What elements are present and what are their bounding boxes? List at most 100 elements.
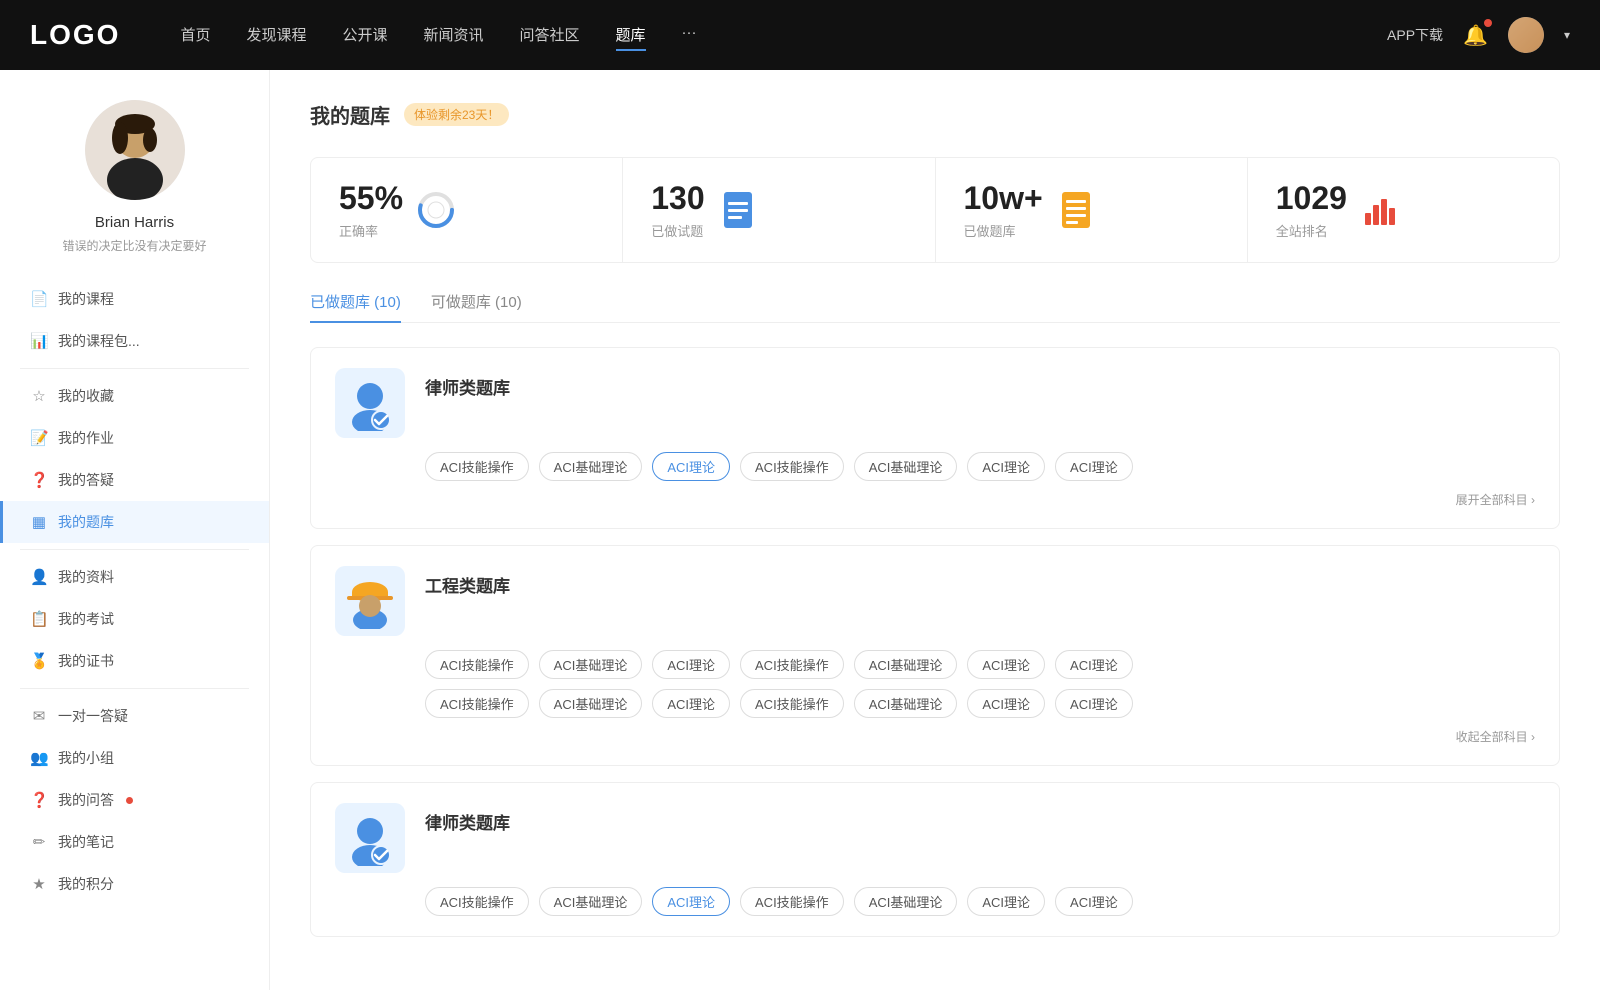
sidebar-item-course[interactable]: 📄 我的课程 bbox=[0, 278, 269, 320]
expand-link-1[interactable]: 展开全部科目 › bbox=[335, 491, 1535, 508]
nav-qbank[interactable]: 题库 bbox=[616, 20, 646, 51]
qbank-card-2: 工程类题库 ACI技能操作 ACI基础理论 ACI理论 ACI技能操作 ACI基… bbox=[310, 545, 1560, 766]
tag-2-7[interactable]: ACI理论 bbox=[1055, 650, 1133, 679]
qbank-title-3: 律师类题库 bbox=[425, 803, 510, 834]
sidebar-item-course-pkg[interactable]: 📊 我的课程包... bbox=[0, 320, 269, 362]
sidebar-item-myqa[interactable]: ❓ 我的问答 bbox=[0, 779, 269, 821]
chevron-down-icon[interactable]: ▾ bbox=[1564, 28, 1570, 42]
sidebar-label-profile: 我的资料 bbox=[58, 567, 114, 587]
profile-icon: 👤 bbox=[30, 568, 48, 586]
stats-row: 55% 正确率 130 已做试题 bbox=[310, 157, 1560, 263]
tag-1-6[interactable]: ACI理论 bbox=[967, 452, 1045, 481]
nav-qa[interactable]: 问答社区 bbox=[520, 20, 580, 51]
tag-2-10[interactable]: ACI理论 bbox=[652, 689, 730, 718]
myqa-badge bbox=[126, 797, 133, 804]
sidebar-item-profile[interactable]: 👤 我的资料 bbox=[0, 556, 269, 598]
tag-1-2[interactable]: ACI基础理论 bbox=[539, 452, 643, 481]
stat-value-accuracy: 55% 正确率 bbox=[339, 180, 403, 240]
tag-3-4[interactable]: ACI技能操作 bbox=[740, 887, 844, 916]
questions-icon: ❓ bbox=[30, 471, 48, 489]
sidebar-divider-1 bbox=[20, 368, 249, 369]
qbank-tags-3: ACI技能操作 ACI基础理论 ACI理论 ACI技能操作 ACI基础理论 AC… bbox=[425, 887, 1535, 916]
sidebar-item-notes[interactable]: ✏ 我的笔记 bbox=[0, 821, 269, 863]
tag-1-1[interactable]: ACI技能操作 bbox=[425, 452, 529, 481]
tab-available[interactable]: 可做题库 (10) bbox=[431, 291, 522, 322]
nav-right: APP下载 🔔 ▾ bbox=[1387, 17, 1570, 53]
nav-more[interactable]: ··· bbox=[682, 20, 697, 51]
sidebar-motto: 错误的决定比没有决定要好 bbox=[62, 237, 206, 254]
tag-2-1[interactable]: ACI技能操作 bbox=[425, 650, 529, 679]
sidebar-item-1on1[interactable]: ✉ 一对一答疑 bbox=[0, 695, 269, 737]
qbank-header-1: 律师类题库 bbox=[335, 368, 1535, 438]
main-content: 我的题库 体验剩余23天！ 55% 正确率 bbox=[270, 70, 1600, 990]
sidebar-item-favorites[interactable]: ☆ 我的收藏 bbox=[0, 375, 269, 417]
stat-num-questions: 130 bbox=[651, 180, 704, 217]
bell-icon: 🔔 bbox=[1463, 25, 1488, 47]
page-title: 我的题库 bbox=[310, 100, 390, 129]
tag-2-6[interactable]: ACI理论 bbox=[967, 650, 1045, 679]
qbank-icon-engineer bbox=[335, 566, 405, 636]
sidebar: Brian Harris 错误的决定比没有决定要好 📄 我的课程 📊 我的课程包… bbox=[0, 70, 270, 990]
tag-2-9[interactable]: ACI基础理论 bbox=[539, 689, 643, 718]
lawyer-icon bbox=[345, 376, 395, 431]
sidebar-label-questions: 我的答疑 bbox=[58, 470, 114, 490]
sidebar-divider-2 bbox=[20, 549, 249, 550]
sidebar-item-exam[interactable]: 📋 我的考试 bbox=[0, 598, 269, 640]
stat-num-rank: 1029 bbox=[1276, 180, 1347, 217]
stat-label-qbanks: 已做题库 bbox=[964, 221, 1043, 240]
stat-num-qbanks: 10w+ bbox=[964, 180, 1043, 217]
tag-3-6[interactable]: ACI理论 bbox=[967, 887, 1045, 916]
chart-icon bbox=[1363, 193, 1397, 227]
tag-2-11[interactable]: ACI技能操作 bbox=[740, 689, 844, 718]
cert-icon: 🏅 bbox=[30, 652, 48, 670]
tag-2-5[interactable]: ACI基础理论 bbox=[854, 650, 958, 679]
tag-1-3[interactable]: ACI理论 bbox=[652, 452, 730, 481]
tag-3-5[interactable]: ACI基础理论 bbox=[854, 887, 958, 916]
sidebar-label-homework: 我的作业 bbox=[58, 428, 114, 448]
tab-done[interactable]: 已做题库 (10) bbox=[310, 291, 401, 322]
notification-bell[interactable]: 🔔 bbox=[1463, 23, 1488, 48]
qbank-tags-1: ACI技能操作 ACI基础理论 ACI理论 ACI技能操作 ACI基础理论 AC… bbox=[425, 452, 1535, 481]
sidebar-item-questions[interactable]: ❓ 我的答疑 bbox=[0, 459, 269, 501]
tag-3-2[interactable]: ACI基础理论 bbox=[539, 887, 643, 916]
stat-label-rank: 全站排名 bbox=[1276, 221, 1347, 240]
tag-3-7[interactable]: ACI理论 bbox=[1055, 887, 1133, 916]
tag-2-8[interactable]: ACI技能操作 bbox=[425, 689, 529, 718]
tag-2-3[interactable]: ACI理论 bbox=[652, 650, 730, 679]
app-download-link[interactable]: APP下载 bbox=[1387, 25, 1443, 45]
list-icon bbox=[1060, 192, 1092, 228]
sidebar-menu: 📄 我的课程 📊 我的课程包... ☆ 我的收藏 📝 我的作业 ❓ 我的答疑 ▦ bbox=[0, 278, 269, 905]
tag-2-13[interactable]: ACI理论 bbox=[967, 689, 1045, 718]
sidebar-item-qbank[interactable]: ▦ 我的题库 bbox=[0, 501, 269, 543]
nav-news[interactable]: 新闻资讯 bbox=[424, 20, 484, 51]
stat-done-qbanks: 10w+ 已做题库 bbox=[936, 158, 1248, 262]
sidebar-label-1on1: 一对一答疑 bbox=[58, 706, 128, 726]
tag-2-12[interactable]: ACI基础理论 bbox=[854, 689, 958, 718]
sidebar-label-notes: 我的笔记 bbox=[58, 832, 114, 852]
tag-3-3[interactable]: ACI理论 bbox=[652, 887, 730, 916]
favorites-icon: ☆ bbox=[30, 387, 48, 405]
sidebar-item-points[interactable]: ★ 我的积分 bbox=[0, 863, 269, 905]
nav-discover[interactable]: 发现课程 bbox=[246, 20, 306, 51]
tag-2-2[interactable]: ACI基础理论 bbox=[539, 650, 643, 679]
sidebar-label-qbank: 我的题库 bbox=[58, 512, 114, 532]
sidebar-item-cert[interactable]: 🏅 我的证书 bbox=[0, 640, 269, 682]
sidebar-item-homework[interactable]: 📝 我的作业 bbox=[0, 417, 269, 459]
tag-1-4[interactable]: ACI技能操作 bbox=[740, 452, 844, 481]
sidebar-item-group[interactable]: 👥 我的小组 bbox=[0, 737, 269, 779]
nav-open[interactable]: 公开课 bbox=[342, 20, 387, 51]
tag-2-4[interactable]: ACI技能操作 bbox=[740, 650, 844, 679]
tag-2-14[interactable]: ACI理论 bbox=[1055, 689, 1133, 718]
avatar[interactable] bbox=[1508, 17, 1544, 53]
avatar-svg bbox=[85, 100, 185, 200]
course-icon: 📄 bbox=[30, 290, 48, 308]
stat-value-qbanks: 10w+ 已做题库 bbox=[964, 180, 1043, 240]
tag-3-1[interactable]: ACI技能操作 bbox=[425, 887, 529, 916]
stat-value-questions: 130 已做试题 bbox=[651, 180, 704, 240]
tag-1-5[interactable]: ACI基础理论 bbox=[854, 452, 958, 481]
collapse-link-2[interactable]: 收起全部科目 › bbox=[335, 728, 1535, 745]
nav-home[interactable]: 首页 bbox=[180, 20, 210, 51]
tag-1-7[interactable]: ACI理论 bbox=[1055, 452, 1133, 481]
qbank-card-3: 律师类题库 ACI技能操作 ACI基础理论 ACI理论 ACI技能操作 ACI基… bbox=[310, 782, 1560, 937]
stat-num-accuracy: 55% bbox=[339, 180, 403, 217]
